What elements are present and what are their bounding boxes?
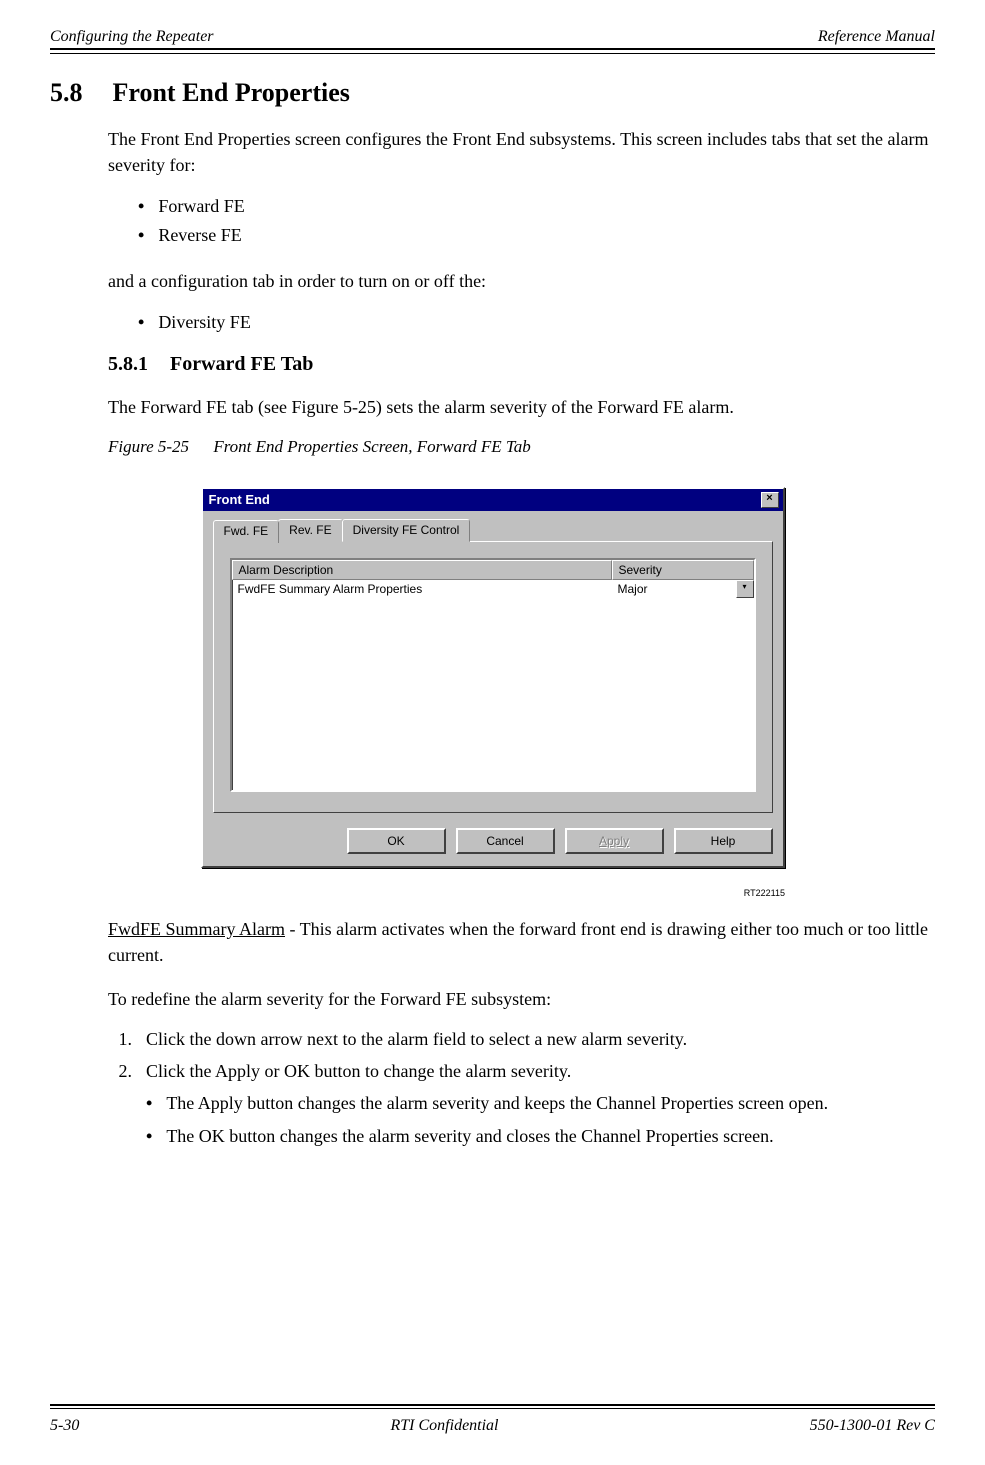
dropdown-button[interactable]: ▾: [736, 580, 754, 598]
tab-label: Fwd. FE: [224, 524, 269, 538]
dialog-titlebar[interactable]: Front End ×: [203, 489, 783, 511]
subsection-number: 5.8.1: [108, 353, 148, 376]
dialog-body: Fwd. FE Rev. FE Diversity FE Control Ala…: [203, 511, 783, 866]
bullet-text: Diversity FE: [158, 308, 251, 337]
section-title: Front End Properties: [113, 78, 350, 108]
dialog-title: Front End: [209, 492, 270, 507]
button-label: Help: [711, 834, 736, 848]
screenshot-container: Front End × Fwd. FE Rev. FE Diversity FE…: [50, 487, 935, 868]
cancel-button[interactable]: Cancel: [456, 828, 555, 854]
tab-rev-fe[interactable]: Rev. FE: [278, 519, 342, 542]
content-area: 5.8 Front End Properties The Front End P…: [50, 50, 935, 1408]
ok-button[interactable]: OK: [347, 828, 446, 854]
step-number: 2.: [112, 1058, 132, 1086]
subsection-paragraph: The Forward FE tab (see Figure 5-25) set…: [108, 394, 935, 420]
button-label: Apply: [599, 834, 629, 848]
bullet-list-1: • Forward FE • Reverse FE: [138, 192, 935, 250]
list-item: 2. Click the Apply or OK button to chang…: [112, 1058, 935, 1086]
tab-fwd-fe[interactable]: Fwd. FE: [213, 520, 280, 543]
subsection-title: Forward FE Tab: [170, 353, 313, 376]
step-text: Click the down arrow next to the alarm f…: [146, 1026, 687, 1054]
dialog-window: Front End × Fwd. FE Rev. FE Diversity FE…: [201, 487, 785, 868]
figure-caption-text: Front End Properties Screen, Forward FE …: [213, 437, 530, 456]
alarm-description-paragraph: FwdFE Summary Alarm - This alarm activat…: [108, 916, 935, 968]
footer-doc-rev: 550-1300-01 Rev C: [810, 1417, 935, 1435]
severity-dropdown[interactable]: Major ▾: [612, 580, 754, 598]
severity-value: Major: [618, 582, 648, 596]
bullet-icon: •: [146, 1123, 152, 1150]
alarm-term: FwdFE Summary Alarm: [108, 919, 285, 939]
alarm-list[interactable]: Alarm Description Severity FwdFE Summary…: [230, 558, 756, 792]
list-header-row: Alarm Description Severity: [232, 560, 754, 580]
step-text: Click the Apply or OK button to change t…: [146, 1058, 571, 1086]
bullet-icon: •: [138, 308, 144, 337]
apply-button[interactable]: Apply: [565, 828, 664, 854]
list-item: • The Apply button changes the alarm sev…: [146, 1090, 935, 1117]
section-heading: 5.8 Front End Properties: [50, 78, 935, 108]
list-item: • Forward FE: [138, 192, 935, 221]
list-item: • Reverse FE: [138, 221, 935, 250]
note-text: The Apply button changes the alarm sever…: [166, 1090, 828, 1117]
bullet-icon: •: [138, 192, 144, 221]
header-right: Reference Manual: [818, 28, 935, 46]
tab-label: Diversity FE Control: [353, 523, 460, 537]
footer-confidential: RTI Confidential: [391, 1417, 499, 1435]
bullet-icon: •: [138, 221, 144, 250]
page-header: Configuring the Repeater Reference Manua…: [50, 28, 935, 50]
button-row: OK Cancel Apply Help: [213, 828, 773, 854]
list-item: • The OK button changes the alarm severi…: [146, 1123, 935, 1150]
redefine-paragraph: To redefine the alarm severity for the F…: [108, 986, 935, 1012]
figure-caption: Figure 5-25 Front End Properties Screen,…: [108, 437, 935, 457]
section-number: 5.8: [50, 78, 83, 108]
close-icon: ×: [766, 492, 772, 504]
reference-id: RT222115: [50, 888, 785, 898]
table-row[interactable]: FwdFE Summary Alarm Properties Major ▾: [232, 580, 754, 598]
tab-label: Rev. FE: [289, 523, 331, 537]
numbered-list: 1. Click the down arrow next to the alar…: [112, 1026, 935, 1086]
button-label: OK: [387, 834, 404, 848]
bullet-icon: •: [146, 1090, 152, 1117]
help-button[interactable]: Help: [674, 828, 773, 854]
bullet-text: Reverse FE: [158, 221, 241, 250]
sub-bullet-list: • The Apply button changes the alarm sev…: [146, 1090, 935, 1150]
intro-paragraph: The Front End Properties screen configur…: [108, 126, 935, 178]
page-footer: 5-30 RTI Confidential 550-1300-01 Rev C: [50, 1408, 935, 1435]
button-label: Cancel: [486, 834, 523, 848]
tab-panel: Alarm Description Severity FwdFE Summary…: [213, 541, 773, 813]
alarm-description-cell: FwdFE Summary Alarm Properties: [232, 580, 612, 598]
tab-strip: Fwd. FE Rev. FE Diversity FE Control: [213, 519, 773, 542]
col-alarm-description[interactable]: Alarm Description: [232, 560, 612, 580]
close-button[interactable]: ×: [761, 492, 779, 508]
step-number: 1.: [112, 1026, 132, 1054]
bullet-list-2: • Diversity FE: [138, 308, 935, 337]
note-text: The OK button changes the alarm severity…: [166, 1123, 773, 1150]
footer-page-number: 5-30: [50, 1417, 79, 1435]
intro2-paragraph: and a configuration tab in order to turn…: [108, 268, 935, 294]
col-severity[interactable]: Severity: [612, 560, 754, 580]
subsection-heading: 5.8.1 Forward FE Tab: [108, 353, 935, 376]
header-left: Configuring the Repeater: [50, 28, 214, 46]
tab-diversity-fe-control[interactable]: Diversity FE Control: [342, 519, 471, 542]
bullet-text: Forward FE: [158, 192, 245, 221]
list-item: • Diversity FE: [138, 308, 935, 337]
chevron-down-icon: ▾: [742, 582, 746, 591]
figure-label: Figure 5-25: [108, 437, 189, 456]
list-item: 1. Click the down arrow next to the alar…: [112, 1026, 935, 1054]
